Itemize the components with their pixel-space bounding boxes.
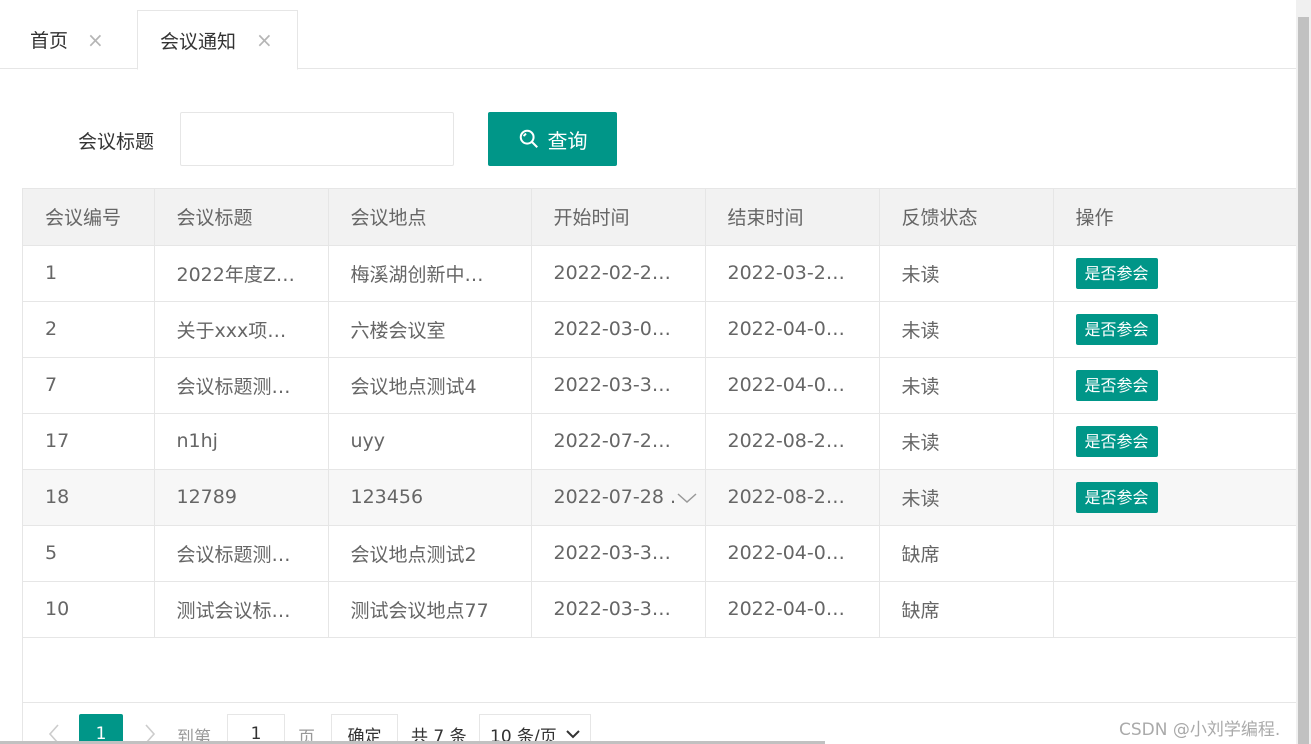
cell-id: 10 bbox=[23, 581, 155, 638]
cell-title: 2022年度Zk… bbox=[154, 245, 329, 302]
table-row[interactable]: 5 会议标题测… 会议地点测试2 2022-03-31 … 2022-04-02… bbox=[23, 525, 1298, 582]
cell-actions bbox=[1053, 581, 1298, 638]
tab-bar: 首页 × 会议通知 × bbox=[0, 0, 1296, 70]
cell-location: 会议地点测试2 bbox=[328, 525, 532, 582]
column-header-id[interactable]: 会议编号 bbox=[23, 189, 155, 246]
attend-button[interactable]: 是否参会 bbox=[1075, 313, 1158, 345]
column-header-location[interactable]: 会议地点 bbox=[328, 189, 532, 246]
cell-status: 未读 bbox=[879, 357, 1054, 414]
confirm-button[interactable]: 确定 bbox=[331, 714, 398, 744]
cell-start-time-text: 2022-07-28 . bbox=[553, 486, 677, 508]
cell-status: 缺席 bbox=[879, 525, 1054, 582]
column-header-end-time[interactable]: 结束时间 bbox=[705, 189, 880, 246]
cell-title: 关于xxx项… bbox=[154, 301, 329, 358]
cell-title: 会议标题测… bbox=[154, 525, 329, 582]
table-row[interactable]: 10 测试会议标… 测试会议地点77 2022-03-31 … 2022-04-… bbox=[23, 581, 1298, 638]
attend-button[interactable]: 是否参会 bbox=[1075, 425, 1158, 457]
cell-title: 会议标题测… bbox=[154, 357, 329, 414]
cell-location: uyy bbox=[328, 413, 532, 470]
goto-page-input[interactable] bbox=[227, 714, 285, 744]
pagination: 1 到第 页 确定 共 7 条 10 条/页 bbox=[22, 702, 1296, 744]
cell-status: 未读 bbox=[879, 301, 1054, 358]
table-row[interactable]: 2 关于xxx项… 六楼会议室 2022-03-08 … 2022-04-08 … bbox=[23, 301, 1298, 358]
cell-location: 会议地点测试4 bbox=[328, 357, 532, 414]
cell-status: 未读 bbox=[879, 245, 1054, 302]
cell-start-time: 2022-07-28 . bbox=[531, 469, 706, 526]
cell-id: 18 bbox=[23, 469, 155, 526]
search-button[interactable]: 查询 bbox=[488, 112, 617, 166]
cell-end-time: 2022-04-01 … bbox=[705, 581, 880, 638]
cell-actions: 是否参会 bbox=[1053, 357, 1298, 414]
cell-start-time: 2022-03-08 … bbox=[531, 301, 706, 358]
cell-end-time: 2022-08-27 … bbox=[705, 469, 880, 526]
cell-location: 测试会议地点77 bbox=[328, 581, 532, 638]
table-row[interactable]: 1 2022年度Zk… 梅溪湖创新中… 2022-02-26 … 2022-03… bbox=[23, 245, 1298, 302]
cell-actions: 是否参会 bbox=[1053, 301, 1298, 358]
chevron-down-icon bbox=[566, 730, 580, 739]
cell-end-time: 2022-04-01 … bbox=[705, 357, 880, 414]
cell-id: 2 bbox=[23, 301, 155, 358]
cell-location: 梅溪湖创新中… bbox=[328, 245, 532, 302]
column-header-feedback-status[interactable]: 反馈状态 bbox=[879, 189, 1054, 246]
meeting-table: 会议编号 会议标题 会议地点 开始时间 结束时间 反馈状态 操作 1 2022年… bbox=[22, 188, 1298, 744]
table-header-row: 会议编号 会议标题 会议地点 开始时间 结束时间 反馈状态 操作 bbox=[23, 189, 1298, 246]
vertical-scrollbar[interactable] bbox=[1296, 0, 1311, 744]
attend-button[interactable]: 是否参会 bbox=[1075, 481, 1158, 513]
cell-title: n1hj bbox=[154, 413, 329, 470]
close-icon[interactable]: × bbox=[87, 30, 104, 50]
column-header-actions[interactable]: 操作 bbox=[1053, 189, 1298, 246]
cell-end-time: 2022-04-08 … bbox=[705, 301, 880, 358]
cell-actions: 是否参会 bbox=[1053, 469, 1298, 526]
cell-id: 1 bbox=[23, 245, 155, 302]
cell-start-time: 2022-02-26 … bbox=[531, 245, 706, 302]
meeting-title-search-input[interactable] bbox=[180, 112, 454, 166]
cell-start-time: 2022-07-26 … bbox=[531, 413, 706, 470]
cell-location: 123456 bbox=[328, 469, 532, 526]
attend-button[interactable]: 是否参会 bbox=[1075, 369, 1158, 401]
cell-status: 未读 bbox=[879, 469, 1054, 526]
cell-start-time: 2022-03-31 … bbox=[531, 357, 706, 414]
search-label: 会议标题 bbox=[78, 131, 155, 153]
table-row[interactable]: 17 n1hj uyy 2022-07-26 … 2022-08-26 … 未读… bbox=[23, 413, 1298, 470]
cell-location: 六楼会议室 bbox=[328, 301, 532, 358]
close-icon[interactable]: × bbox=[256, 30, 273, 50]
cell-end-time: 2022-04-02 … bbox=[705, 525, 880, 582]
cell-start-time: 2022-03-31 … bbox=[531, 581, 706, 638]
cell-title: 测试会议标… bbox=[154, 581, 329, 638]
column-header-title[interactable]: 会议标题 bbox=[154, 189, 329, 246]
tab-home-label: 首页 bbox=[30, 30, 69, 52]
cell-actions: 是否参会 bbox=[1053, 413, 1298, 470]
cell-start-time: 2022-03-31 … bbox=[531, 525, 706, 582]
attend-button[interactable]: 是否参会 bbox=[1075, 257, 1158, 289]
cell-id: 7 bbox=[23, 357, 155, 414]
cell-actions: 是否参会 bbox=[1053, 245, 1298, 302]
page-size-select[interactable]: 10 条/页 bbox=[479, 714, 591, 744]
search-button-label: 查询 bbox=[547, 128, 588, 153]
cell-status: 未读 bbox=[879, 413, 1054, 470]
cell-actions bbox=[1053, 525, 1298, 582]
current-page-button[interactable]: 1 bbox=[79, 714, 123, 744]
cell-id: 5 bbox=[23, 525, 155, 582]
cell-id: 17 bbox=[23, 413, 155, 470]
tab-meeting-notice[interactable]: 会议通知 × bbox=[137, 10, 298, 70]
tab-meeting-notice-label: 会议通知 bbox=[160, 30, 237, 53]
chevron-down-icon[interactable] bbox=[675, 486, 699, 510]
cell-status: 缺席 bbox=[879, 581, 1054, 638]
table-row[interactable]: 7 会议标题测… 会议地点测试4 2022-03-31 … 2022-04-01… bbox=[23, 357, 1298, 414]
search-icon bbox=[519, 129, 538, 148]
tab-home[interactable]: 首页 × bbox=[0, 10, 136, 69]
cell-title: 12789 bbox=[154, 469, 329, 526]
column-header-start-time[interactable]: 开始时间 bbox=[531, 189, 706, 246]
scrollbar-thumb[interactable] bbox=[1298, 17, 1309, 744]
watermark: CSDN @小刘学编程. bbox=[1119, 720, 1281, 740]
table-row[interactable]: 18 12789 123456 2022-07-28 . 2022-08-27 … bbox=[23, 469, 1298, 526]
cell-end-time: 2022-08-26 … bbox=[705, 413, 880, 470]
cell-end-time: 2022-03-26 … bbox=[705, 245, 880, 302]
